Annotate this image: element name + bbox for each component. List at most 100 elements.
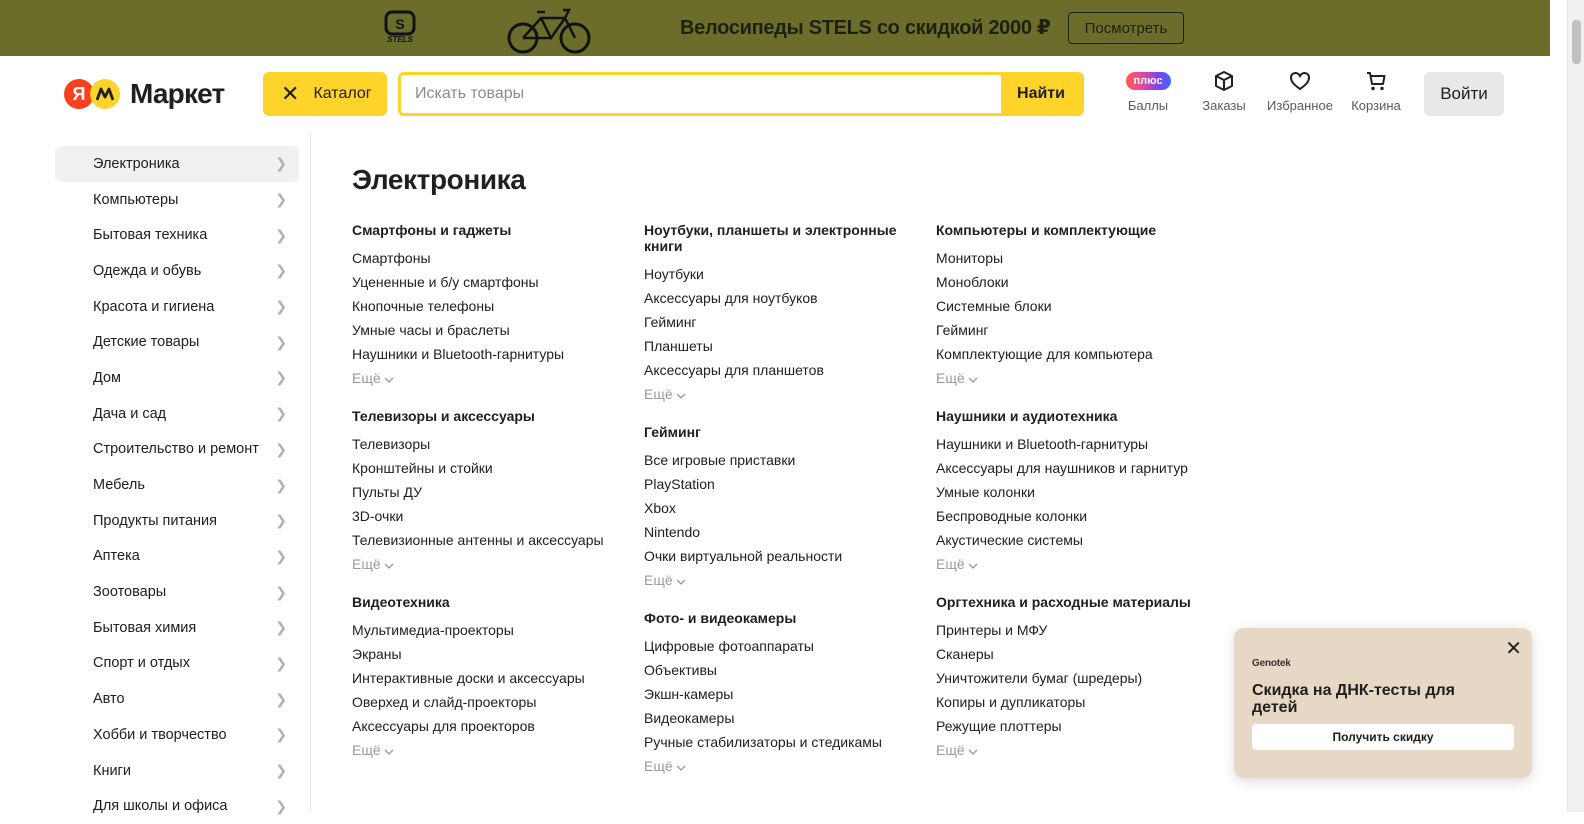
category-link[interactable]: Акустические системы <box>936 532 1198 548</box>
favorites-link[interactable]: Избранное <box>1262 68 1338 113</box>
category-link[interactable]: Беспроводные колонки <box>936 508 1198 524</box>
category-link[interactable]: Наушники и Bluetooth-гарнитуры <box>352 346 614 362</box>
sidebar-item[interactable]: Красота и гигиена ❯ <box>55 289 299 325</box>
show-more-link[interactable]: Ещё <box>352 370 394 386</box>
category-link[interactable]: Наушники и Bluetooth-гарнитуры <box>936 436 1198 452</box>
category-link[interactable]: Экраны <box>352 646 614 662</box>
category-link[interactable]: Ручные стабилизаторы и стедикамы <box>644 734 906 750</box>
show-more-link[interactable]: Ещё <box>644 572 686 588</box>
category-link[interactable]: Умные колонки <box>936 484 1198 500</box>
promo-banner[interactable]: S STELS Велосипеды STELS со скидкой 2000… <box>0 0 1550 56</box>
banner-view-button[interactable]: Посмотреть <box>1068 12 1184 44</box>
category-link[interactable]: 3D-очки <box>352 508 614 524</box>
market-logo[interactable]: Я Маркет <box>64 78 225 110</box>
get-discount-button[interactable]: Получить скидку <box>1252 724 1514 750</box>
category-link[interactable]: Цифровые фотоаппараты <box>644 638 906 654</box>
category-link[interactable]: Планшеты <box>644 338 906 354</box>
sidebar-item[interactable]: Бытовая химия ❯ <box>55 610 299 646</box>
sidebar-item[interactable]: Компьютеры ❯ <box>55 182 299 218</box>
category-link[interactable]: Xbox <box>644 500 906 516</box>
sidebar-item[interactable]: Зоотовары ❯ <box>55 574 299 610</box>
category-link[interactable]: Системные блоки <box>936 298 1198 314</box>
chevron-right-icon: ❯ <box>275 369 287 386</box>
show-more-label: Ещё <box>936 370 965 386</box>
category-link[interactable]: Телевизоры <box>352 436 614 452</box>
category-link[interactable]: Nintendo <box>644 524 906 540</box>
category-link[interactable]: Смартфоны <box>352 250 614 266</box>
search-button[interactable]: Найти <box>1001 75 1081 113</box>
show-more-link[interactable]: Ещё <box>644 758 686 774</box>
category-link[interactable]: Интерактивные доски и аксессуары <box>352 670 614 686</box>
sidebar-item[interactable]: Авто ❯ <box>55 681 299 717</box>
category-link[interactable]: Гейминг <box>644 314 906 330</box>
show-more-link[interactable]: Ещё <box>644 386 686 402</box>
category-link[interactable]: Моноблоки <box>936 274 1198 290</box>
sidebar-item[interactable]: Продукты питания ❯ <box>55 503 299 539</box>
category-link[interactable]: PlayStation <box>644 476 906 492</box>
sidebar-item[interactable]: Строительство и ремонт ❯ <box>55 432 299 468</box>
category-group-title[interactable]: Смартфоны и гаджеты <box>352 222 614 238</box>
category-link[interactable]: Умные часы и браслеты <box>352 322 614 338</box>
category-link[interactable]: Все игровые приставки <box>644 452 906 468</box>
category-group-title[interactable]: Гейминг <box>644 424 906 440</box>
sidebar-item[interactable]: Дом ❯ <box>55 360 299 396</box>
category-link[interactable]: Уцененные и б/у смартфоны <box>352 274 614 290</box>
category-group-title[interactable]: Оргтехника и расходные материалы <box>936 594 1198 610</box>
category-link[interactable]: Режущие плоттеры <box>936 718 1198 734</box>
category-link[interactable]: Оверхед и слайд-проекторы <box>352 694 614 710</box>
category-link[interactable]: Телевизионные антенны и аксессуары <box>352 532 614 548</box>
sidebar-item[interactable]: Дача и сад ❯ <box>55 396 299 432</box>
category-link[interactable]: Видеокамеры <box>644 710 906 726</box>
category-link[interactable]: Кнопочные телефоны <box>352 298 614 314</box>
show-more-label: Ещё <box>644 572 673 588</box>
category-link[interactable]: Ноутбуки <box>644 266 906 282</box>
category-link[interactable]: Аксессуары для проекторов <box>352 718 614 734</box>
sidebar-item[interactable]: Аптека ❯ <box>55 539 299 575</box>
close-icon[interactable]: ✕ <box>1505 636 1522 661</box>
scrollbar-thumb[interactable] <box>1572 20 1581 64</box>
category-link[interactable]: Уничтожители бумаг (шредеры) <box>936 670 1198 686</box>
orders-link[interactable]: Заказы <box>1186 68 1262 113</box>
category-link[interactable]: Комплектующие для компьютера <box>936 346 1198 362</box>
category-link[interactable]: Кронштейны и стойки <box>352 460 614 476</box>
category-link[interactable]: Мониторы <box>936 250 1198 266</box>
catalog-button[interactable]: ✕ Каталог <box>263 72 387 116</box>
category-link[interactable]: Аксессуары для планшетов <box>644 362 906 378</box>
show-more-link[interactable]: Ещё <box>352 556 394 572</box>
sidebar-item[interactable]: Бытовая техника ❯ <box>55 217 299 253</box>
category-group-title[interactable]: Компьютеры и комплектующие <box>936 222 1198 238</box>
category-link[interactable]: Очки виртуальной реальности <box>644 548 906 564</box>
category-link[interactable]: Аксессуары для ноутбуков <box>644 290 906 306</box>
sidebar-item[interactable]: Для школы и офиса ❯ <box>55 788 299 824</box>
category-link[interactable]: Объективы <box>644 662 906 678</box>
search-input[interactable] <box>401 75 1001 113</box>
login-button[interactable]: Войти <box>1424 72 1504 116</box>
category-link[interactable]: Экшн-камеры <box>644 686 906 702</box>
category-group-title[interactable]: Фото- и видеокамеры <box>644 610 906 626</box>
vertical-scrollbar[interactable] <box>1567 0 1584 812</box>
category-link[interactable]: Гейминг <box>936 322 1198 338</box>
category-group-title[interactable]: Наушники и аудиотехника <box>936 408 1198 424</box>
category-link[interactable]: Аксессуары для наушников и гарнитур <box>936 460 1198 476</box>
sidebar-item[interactable]: Спорт и отдых ❯ <box>55 646 299 682</box>
show-more-link[interactable]: Ещё <box>936 556 978 572</box>
category-group-title[interactable]: Ноутбуки, планшеты и электронные книги <box>644 222 906 254</box>
category-link[interactable]: Пульты ДУ <box>352 484 614 500</box>
sidebar-item[interactable]: Детские товары ❯ <box>55 324 299 360</box>
category-group-title[interactable]: Телевизоры и аксессуары <box>352 408 614 424</box>
sidebar-item[interactable]: Одежда и обувь ❯ <box>55 253 299 289</box>
show-more-link[interactable]: Ещё <box>936 370 978 386</box>
sidebar-item[interactable]: Мебель ❯ <box>55 467 299 503</box>
cart-link[interactable]: Корзина <box>1338 68 1414 113</box>
category-link[interactable]: Принтеры и МФУ <box>936 622 1198 638</box>
sidebar-item[interactable]: Хобби и творчество ❯ <box>55 717 299 753</box>
category-link[interactable]: Сканеры <box>936 646 1198 662</box>
category-link[interactable]: Копиры и дупликаторы <box>936 694 1198 710</box>
sidebar-item[interactable]: Электроника ❯ <box>55 146 299 182</box>
show-more-link[interactable]: Ещё <box>936 742 978 758</box>
sidebar-item[interactable]: Книги ❯ <box>55 753 299 789</box>
show-more-link[interactable]: Ещё <box>352 742 394 758</box>
points-link[interactable]: плюс Баллы <box>1110 68 1186 113</box>
category-link[interactable]: Мультимедиа-проекторы <box>352 622 614 638</box>
category-group-title[interactable]: Видеотехника <box>352 594 614 610</box>
